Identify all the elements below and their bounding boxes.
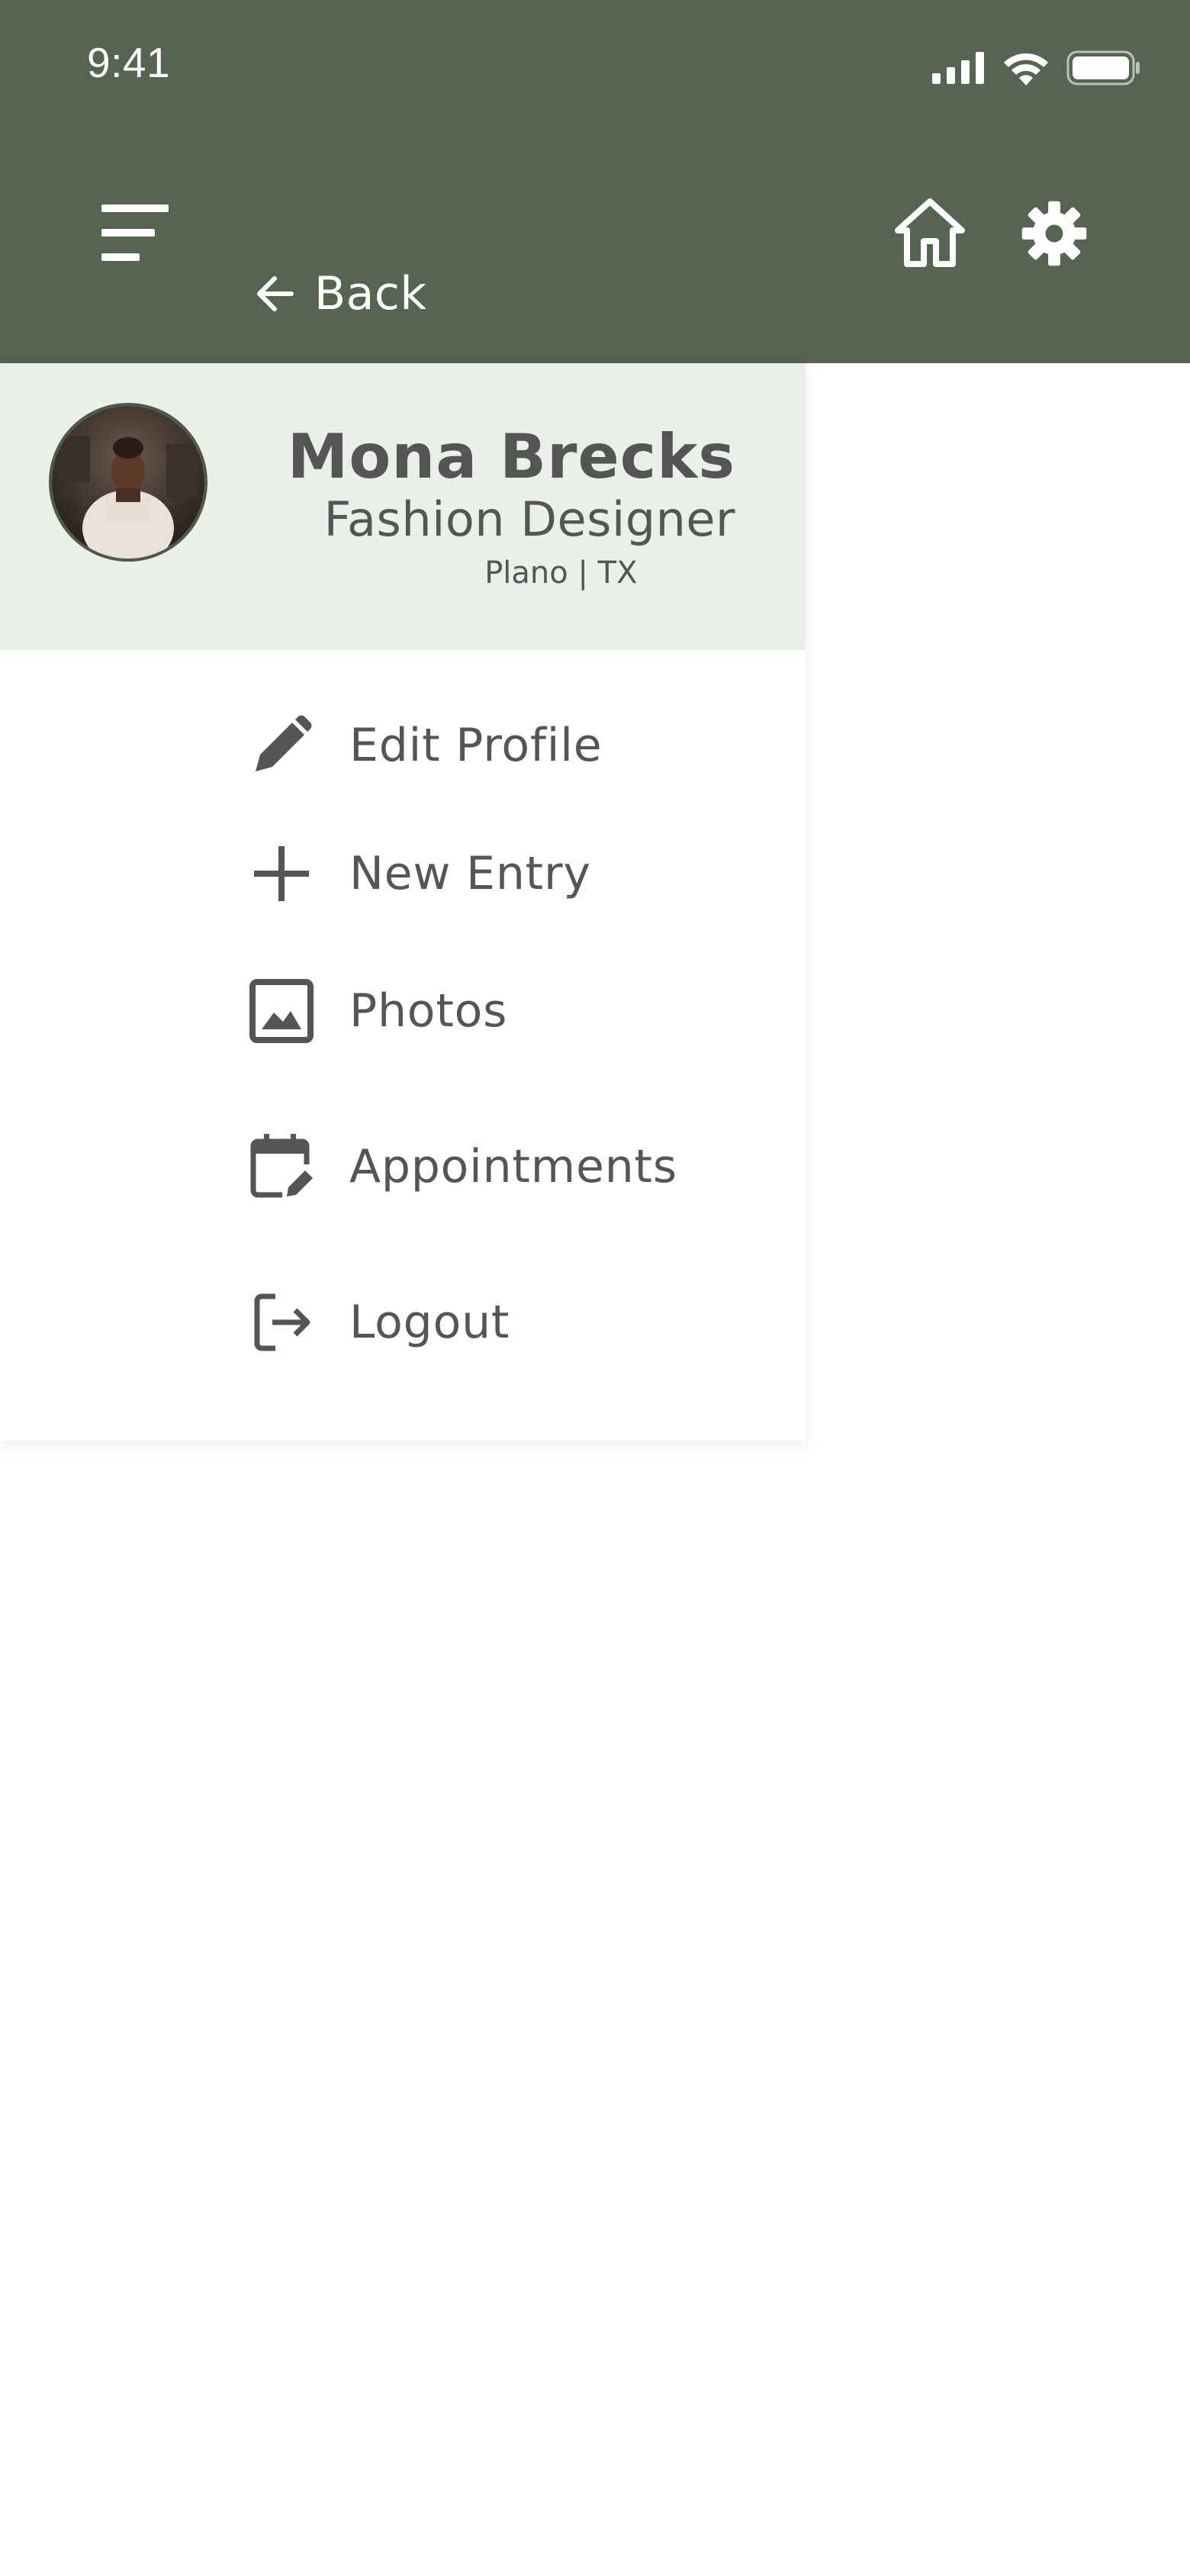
wifi-icon (1004, 53, 1048, 85)
profile-card: Mona Brecks Fashion Designer Plano | TX (0, 363, 806, 650)
menu-item-label: New Entry (349, 847, 591, 900)
logout-icon (249, 1290, 314, 1355)
menu-item-label: Photos (349, 984, 508, 1038)
profile-name: Mona Brecks (287, 421, 735, 492)
back-button[interactable]: Back (255, 267, 427, 320)
profile-role: Fashion Designer (323, 491, 735, 547)
signal-icon (932, 52, 984, 84)
status-icons (932, 50, 1141, 85)
menu-item-edit-profile[interactable]: Edit Profile (249, 713, 602, 778)
menu-item-new-entry[interactable]: New Entry (249, 841, 591, 906)
status-time: 9:41 (87, 39, 171, 86)
home-icon[interactable] (893, 197, 966, 269)
pencil-icon (249, 713, 314, 778)
calendar-edit-icon (249, 1134, 314, 1199)
avatar[interactable] (49, 403, 207, 562)
menu-item-appointments[interactable]: Appointments (249, 1134, 677, 1199)
menu-item-logout[interactable]: Logout (249, 1290, 510, 1355)
back-label: Back (314, 267, 427, 320)
side-drawer: Mona Brecks Fashion Designer Plano | TX … (0, 363, 806, 1441)
battery-icon (1066, 50, 1140, 85)
plus-icon (249, 841, 314, 906)
menu-item-label: Edit Profile (349, 719, 603, 772)
back-arrow-icon (257, 276, 294, 311)
menu-icon[interactable] (101, 204, 170, 262)
menu-item-label: Logout (349, 1296, 510, 1349)
profile-location: Plano | TX (484, 555, 638, 591)
menu-item-label: Appointments (349, 1140, 677, 1193)
app-header: 9:41 Back (0, 0, 1190, 363)
image-icon (249, 978, 314, 1044)
app-screen: 9:41 Back Mona Brecks Fashion Designer P… (0, 0, 1190, 2576)
menu-item-photos[interactable]: Photos (249, 978, 507, 1044)
avatar-photo (52, 406, 204, 559)
gear-icon[interactable] (1021, 200, 1088, 267)
profile-info: Mona Brecks Fashion Designer Plano | TX (288, 423, 735, 595)
